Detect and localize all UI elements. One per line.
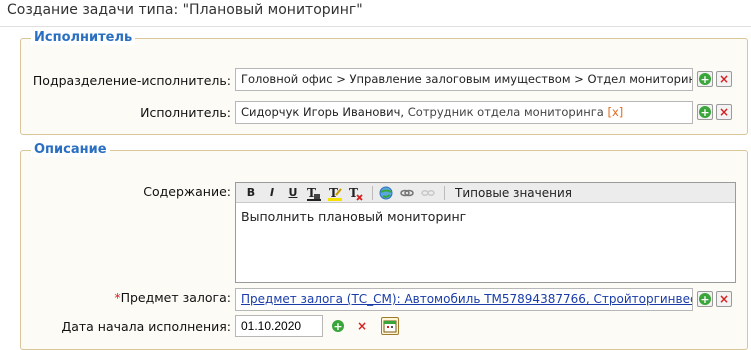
close-icon: × (718, 72, 730, 86)
underline-button[interactable]: U (284, 184, 302, 202)
svg-text:T: T (349, 186, 358, 200)
insert-link-button[interactable] (398, 184, 416, 202)
unlink-button[interactable] (419, 184, 437, 202)
italic-button[interactable]: I (263, 184, 281, 202)
department-value: Головной офис > Управление залоговым иму… (241, 72, 693, 86)
executor-add-button[interactable]: + (697, 104, 713, 120)
collateral-add-button[interactable]: + (697, 291, 713, 307)
text-color-button[interactable]: T (305, 184, 323, 202)
globe-icon (379, 186, 393, 199)
collateral-label: Предмет залога: (120, 290, 231, 305)
plus-icon: + (699, 105, 711, 119)
content-editor[interactable]: B I U T T T Типовые значения Выполнить п… (235, 182, 736, 283)
executor-role: Сотрудник отдела мониторинга (407, 105, 604, 119)
highlight-button[interactable]: T (326, 184, 344, 202)
header-divider (0, 26, 751, 27)
start-date-input[interactable] (235, 315, 323, 337)
start-date-label: Дата начала исполнения: (61, 319, 231, 334)
department-add-button[interactable]: + (697, 71, 713, 87)
description-legend: Описание (31, 142, 110, 157)
bold-button[interactable]: B (242, 184, 260, 202)
department-label: Подразделение-исполнитель: (32, 73, 231, 88)
text-color-icon: T (307, 186, 321, 201)
link-icon (400, 189, 414, 196)
close-icon: × (356, 319, 368, 333)
department-field[interactable]: Головной офис > Управление залоговым иму… (235, 68, 693, 91)
close-icon: × (718, 292, 730, 306)
insert-image-button[interactable] (377, 184, 395, 202)
toolbar-separator (372, 185, 373, 200)
executor-label: Исполнитель: (140, 105, 231, 120)
clear-format-icon: T (349, 186, 363, 201)
content-label: Содержание: (143, 184, 231, 199)
collateral-label-wrap: *Предмет залога: (114, 290, 231, 305)
plus-icon: + (332, 319, 344, 333)
editor-toolbar: B I U T T T Типовые значения (236, 183, 735, 203)
collateral-link[interactable]: Предмет залога (ТС_СМ): Автомобиль ТМ578… (241, 292, 692, 306)
typical-values-dropdown[interactable]: Типовые значения (455, 186, 572, 200)
plus-icon: + (699, 292, 711, 306)
department-delete-button[interactable]: × (716, 71, 732, 87)
plus-icon: + (699, 72, 711, 86)
unlink-icon (421, 189, 435, 196)
clear-format-button[interactable]: T (347, 184, 365, 202)
executor-delete-button[interactable]: × (716, 104, 732, 120)
editor-content[interactable]: Выполнить плановый мониторинг (236, 203, 735, 230)
collateral-delete-button[interactable]: × (716, 291, 732, 307)
page-title: Создание задачи типа: "Плановый монитори… (7, 2, 363, 18)
close-icon: × (718, 105, 730, 119)
highlight-icon: T (328, 186, 342, 201)
toolbar-separator (444, 185, 445, 200)
executor-field[interactable]: Сидорчук Игорь Иванович, Сотрудник отдел… (235, 101, 693, 124)
collateral-field[interactable]: Предмет залога (ТС_СМ): Автомобиль ТМ578… (235, 288, 693, 311)
start-date-add-button[interactable]: + (330, 318, 346, 334)
start-date-delete-button[interactable]: × (354, 318, 370, 334)
executor-remove-link[interactable]: [x] (607, 105, 623, 119)
executor-legend: Исполнитель (31, 30, 136, 45)
executor-name: Сидорчук Игорь Иванович, (241, 105, 405, 119)
calendar-icon (383, 320, 397, 333)
calendar-button[interactable] (381, 317, 399, 335)
